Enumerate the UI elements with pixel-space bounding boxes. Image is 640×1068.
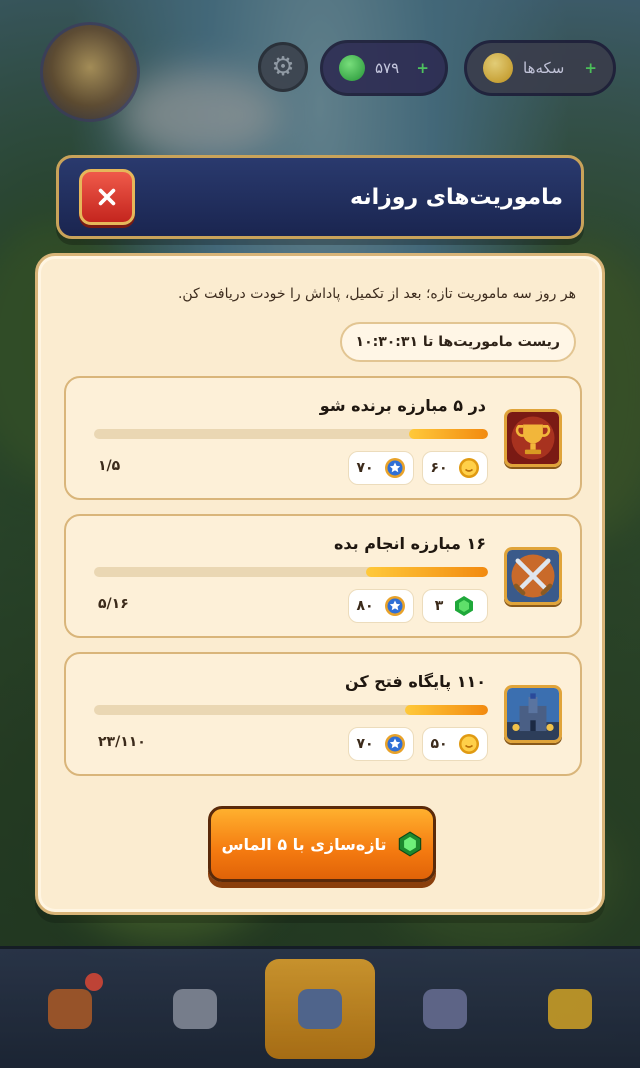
castle-icon (504, 685, 562, 743)
quest-progress-text: ۲۳/۱۱۰ (98, 734, 146, 750)
quest-progress-text: ۱/۵ (98, 458, 121, 474)
coin-icon (458, 734, 479, 754)
refresh-button[interactable]: تازه‌سازی با ۵ الماس (208, 806, 436, 882)
progress-bar (94, 429, 488, 439)
crossed-swords-icon (504, 547, 562, 605)
gear-icon: ⚙ (271, 52, 295, 82)
quest-card: ۱۱۰ پایگاه فتح کن ۵۰ ۷۰ ۲۳/۱۱۰ (64, 652, 582, 776)
reward-coins: ۶۰ (422, 451, 488, 485)
reset-timer: ریست ماموریت‌ها تا ۱۰:۳۰:۳۱ (339, 322, 576, 362)
nav-battle[interactable] (140, 959, 250, 1059)
coin-icon (458, 458, 479, 478)
gem-icon (339, 55, 365, 81)
nav-shop[interactable] (15, 959, 125, 1059)
settings-button[interactable]: ⚙ (258, 42, 308, 92)
xp-medal-icon (384, 596, 405, 616)
progress-fill (409, 429, 488, 439)
tent-icon (422, 988, 467, 1029)
modal-title: ماموریت‌های روزانه (350, 184, 563, 210)
progress-fill (405, 705, 488, 715)
progress-bar (94, 705, 488, 715)
swords-icon (173, 988, 218, 1029)
progress-bar (94, 567, 488, 577)
close-icon (98, 188, 116, 206)
nav-cards[interactable] (515, 959, 625, 1059)
modal-header: ماموریت‌های روزانه (56, 155, 584, 239)
plus-icon: + (416, 59, 429, 77)
bottom-nav (0, 946, 640, 1068)
quest-title: در ۵ مبارزه برنده شو (319, 396, 486, 415)
progress-fill (365, 567, 488, 577)
xp-medal-icon (384, 734, 405, 754)
refresh-button-label: تازه‌سازی با ۵ الماس (221, 834, 387, 854)
shop-chest-icon (48, 988, 93, 1029)
plus-icon: + (584, 59, 597, 77)
quest-title: ۱۶ مبارزه انجام بده (333, 534, 486, 553)
coin-icon (483, 53, 513, 83)
reward-value: ۶۰ (430, 460, 448, 476)
reward-xp: ۸۰ (348, 589, 414, 623)
gem-icon (398, 831, 421, 857)
quest-progress-text: ۵/۱۶ (98, 596, 129, 612)
reward-xp: ۷۰ (348, 727, 414, 761)
nav-home[interactable] (264, 958, 375, 1059)
coins-counter[interactable]: سکه‌ها + (464, 40, 616, 96)
reward-value: ۷۰ (356, 460, 374, 476)
close-button[interactable] (79, 169, 135, 225)
reward-value: ۷۰ (356, 736, 374, 752)
home-castle-icon (297, 988, 342, 1029)
gems-counter[interactable]: ۵۷۹ + (320, 40, 448, 96)
trophy-icon (504, 409, 562, 467)
gem-icon (455, 596, 474, 616)
notification-badge (85, 972, 104, 991)
reset-timer-text: ریست ماموریت‌ها تا ۱۰:۳۰:۳۱ (355, 334, 560, 350)
reward-value: ۵۰ (430, 736, 448, 752)
quest-card: در ۵ مبارزه برنده شو ۶۰ ۷۰ ۱/۵ (64, 376, 582, 500)
player-avatar[interactable] (40, 22, 140, 122)
reward-value: ۸۰ (356, 598, 374, 614)
reward-coins: ۵۰ (422, 727, 488, 761)
reward-xp: ۷۰ (348, 451, 414, 485)
coins-label: سکه‌ها (523, 59, 565, 77)
reward-value: ۳ (434, 598, 444, 614)
reward-gems: ۳ (422, 589, 488, 623)
modal-subtitle: هر روز سه ماموریت تازه؛ بعد از تکمیل، پا… (177, 286, 576, 302)
cards-icon (547, 988, 592, 1029)
quest-card: ۱۶ مبارزه انجام بده ۳ ۸۰ ۵/۱۶ (64, 514, 582, 638)
nav-clan[interactable] (390, 959, 500, 1059)
xp-medal-icon (384, 458, 405, 478)
modal-panel: هر روز سه ماموریت تازه؛ بعد از تکمیل، پا… (35, 253, 605, 915)
quest-title: ۱۱۰ پایگاه فتح کن (344, 672, 486, 691)
gems-value: ۵۷۹ (375, 59, 400, 77)
